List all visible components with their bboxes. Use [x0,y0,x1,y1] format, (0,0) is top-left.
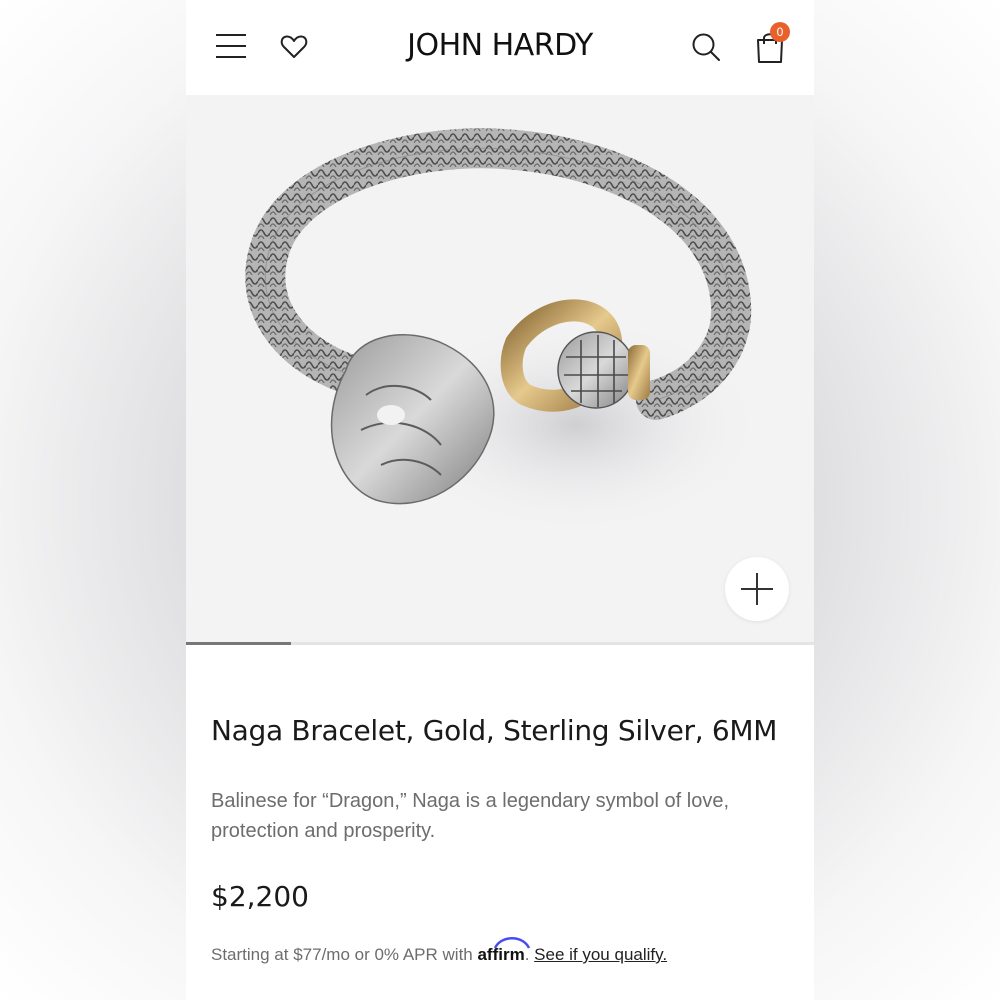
zoom-button[interactable] [725,557,789,621]
product-image [245,128,766,535]
search-icon[interactable] [691,32,721,62]
site-header: JOHN HARDY 0 [186,0,814,95]
plus-icon [741,573,773,605]
product-image-gallery[interactable] [186,95,814,643]
product-price: $2,200 [211,880,309,913]
financing-text: Starting at $77/mo or 0% APR with [211,945,478,964]
gallery-progress-fill [186,642,291,645]
product-description: Balinese for “Dragon,” Naga is a legenda… [211,790,730,842]
financing-message: Starting at $77/mo or 0% APR with affirm… [211,937,667,965]
affirm-arc-icon [494,937,531,949]
see-if-you-qualify-link[interactable]: See if you qualify. [534,945,667,964]
cart-count-badge: 0 [770,22,790,42]
affirm-logo: affirm [477,937,531,964]
product-title: Naga Bracelet, Gold, Sterling Silver, 6M… [211,714,778,747]
mobile-viewport: JOHN HARDY 0 Naga Bracelet, Gold, Sterli… [186,0,814,1000]
gallery-progress-bar [186,642,814,645]
